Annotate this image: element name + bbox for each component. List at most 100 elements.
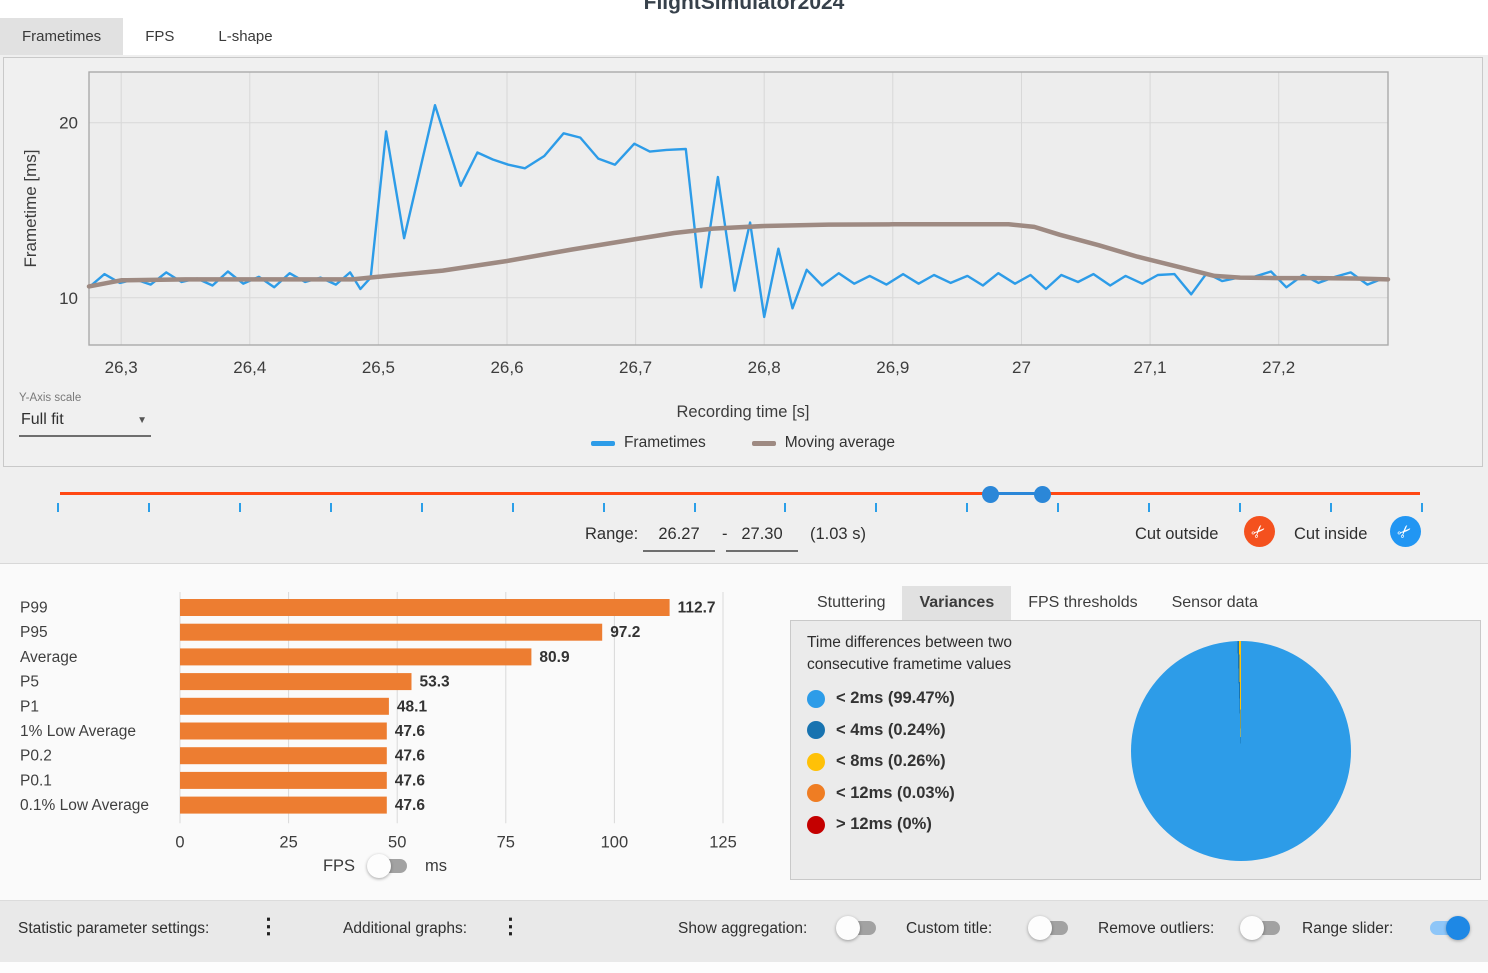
slider-tick xyxy=(966,503,968,512)
statistic-settings-label: Statistic parameter settings: xyxy=(18,920,209,938)
x-tick-label: 26,4 xyxy=(233,358,266,377)
bar-category-label: P5 xyxy=(20,674,39,691)
bar-value-label: 97.2 xyxy=(610,624,640,641)
slider-tick xyxy=(1239,503,1241,512)
y-axis-scale-label: Y-Axis scale xyxy=(19,392,151,404)
tab-variances-label: Variances xyxy=(919,594,994,612)
legend-dot xyxy=(807,816,825,834)
legend-label: Moving average xyxy=(785,434,895,452)
variances-legend: < 2ms (99.47%) < 4ms (0.24%) < 8ms (0.26%)… xyxy=(807,683,955,841)
bar-category-label: P0.2 xyxy=(20,748,52,765)
x-axis-title: Recording time [s] xyxy=(4,403,1482,422)
scissors-icon: ✂ xyxy=(1393,519,1417,543)
range-slider-handle-left[interactable] xyxy=(982,486,999,503)
bar-value-label: 48.1 xyxy=(397,698,428,715)
bar-category-label: Average xyxy=(20,649,77,666)
bottom-toolbar: Statistic parameter settings: ⋮ Addition… xyxy=(0,900,1488,962)
chevron-down-icon: ▼ xyxy=(137,415,147,426)
bar-x-tick-label: 125 xyxy=(709,833,737,851)
range-end-input[interactable]: 27.30 xyxy=(726,521,798,552)
slider-tick xyxy=(421,503,423,512)
toggle-knob xyxy=(367,854,391,878)
analysis-tab-bar: Stuttering Variances FPS thresholds Sens… xyxy=(800,586,1275,620)
y-axis-scale-dropdown[interactable]: Y-Axis scale Full fit ▼ xyxy=(19,392,151,437)
bar-value-label: 47.6 xyxy=(395,748,426,765)
legend-dot xyxy=(807,690,825,708)
slider-tick xyxy=(875,503,877,512)
tab-fps-label: FPS xyxy=(145,28,174,45)
range-slider-track[interactable] xyxy=(60,492,1420,495)
bar-x-tick-label: 100 xyxy=(601,833,629,851)
slider-tick xyxy=(512,503,514,512)
cut-outside-button[interactable]: ✂ xyxy=(1244,516,1275,547)
frametime-section: 102026,326,426,526,626,726,826,92727,127… xyxy=(0,55,1488,563)
variance-legend-item: < 4ms (0.24%) xyxy=(807,715,955,747)
fps-ms-toggle[interactable] xyxy=(367,853,413,879)
tab-sensor-data[interactable]: Sensor data xyxy=(1155,586,1275,620)
main-tab-bar: Frametimes FPS L-shape xyxy=(0,18,295,55)
tab-frametimes[interactable]: Frametimes xyxy=(0,18,123,55)
slider-tick xyxy=(1148,503,1150,512)
x-tick-label: 26,9 xyxy=(876,358,909,377)
tab-fps-thresholds-label: FPS thresholds xyxy=(1028,594,1137,612)
frametime-chart[interactable]: 102026,326,426,526,626,726,826,92727,127… xyxy=(4,58,1482,398)
variances-description: Time differences between two consecutive… xyxy=(807,632,1082,677)
variance-legend-label: > 12ms (0%) xyxy=(836,815,932,834)
toggle-knob xyxy=(1446,916,1470,940)
slider-tick xyxy=(603,503,605,512)
toggle-knob xyxy=(1240,916,1264,940)
y-tick-label: 20 xyxy=(59,114,78,133)
legend-dot xyxy=(807,721,825,739)
custom-title-label: Custom title: xyxy=(906,920,992,938)
show-aggregation-toggle[interactable] xyxy=(836,915,882,941)
variance-legend-item: < 8ms (0.26%) xyxy=(807,746,955,778)
plot-area[interactable] xyxy=(89,72,1388,345)
unit-toggle-left-label: FPS xyxy=(323,857,355,876)
variance-legend-label: < 2ms (99.47%) xyxy=(836,689,955,708)
legend-label: Frametimes xyxy=(624,434,706,452)
app-header: FlightSimulator2024 Frametimes FPS L-sha… xyxy=(0,0,1488,55)
bar-category-label: P95 xyxy=(20,624,48,641)
variances-panel: Time differences between two consecutive… xyxy=(790,620,1481,880)
tab-fps[interactable]: FPS xyxy=(123,18,196,55)
bar-category-label: 0.1% Low Average xyxy=(20,797,149,814)
bar-value-label: 47.6 xyxy=(395,772,426,789)
range-start-input[interactable]: 26.27 xyxy=(643,521,715,552)
variance-legend-label: < 4ms (0.24%) xyxy=(836,721,946,740)
remove-outliers-label: Remove outliers: xyxy=(1098,920,1214,938)
bar xyxy=(180,747,387,764)
variance-legend-item: > 12ms (0%) xyxy=(807,809,955,841)
slider-tick xyxy=(239,503,241,512)
bar-value-label: 112.7 xyxy=(678,600,716,617)
bar-value-label: 80.9 xyxy=(539,649,570,666)
bar-x-tick-label: 75 xyxy=(497,833,515,851)
y-axis-title: Frametime [ms] xyxy=(21,149,40,267)
tab-stuttering[interactable]: Stuttering xyxy=(800,586,902,620)
chart-legend: Frametimes Moving average xyxy=(4,434,1482,452)
cut-inside-button[interactable]: ✂ xyxy=(1390,516,1421,547)
slider-tick xyxy=(57,503,59,512)
remove-outliers-toggle[interactable] xyxy=(1240,915,1286,941)
bar-x-tick-label: 0 xyxy=(175,833,184,851)
bar-value-label: 53.3 xyxy=(420,674,451,691)
scissors-icon: ✂ xyxy=(1247,519,1271,543)
kebab-menu-icon[interactable]: ⋮ xyxy=(500,914,520,939)
x-tick-label: 26,8 xyxy=(748,358,781,377)
x-tick-label: 27 xyxy=(1012,358,1031,377)
tab-l-shape[interactable]: L-shape xyxy=(196,18,294,55)
variance-legend-label: < 12ms (0.03%) xyxy=(836,784,955,803)
range-slider-handle-right[interactable] xyxy=(1034,486,1051,503)
tab-sensor-data-label: Sensor data xyxy=(1172,594,1258,612)
bar xyxy=(180,599,670,616)
custom-title-toggle[interactable] xyxy=(1028,915,1074,941)
bar-category-label: 1% Low Average xyxy=(20,723,136,740)
range-slider-toggle[interactable] xyxy=(1424,915,1470,941)
bar xyxy=(180,673,412,690)
kebab-menu-icon[interactable]: ⋮ xyxy=(258,914,278,939)
x-tick-label: 26,7 xyxy=(619,358,652,377)
legend-swatch xyxy=(752,441,776,446)
tab-frametimes-label: Frametimes xyxy=(22,28,101,45)
x-tick-label: 27,1 xyxy=(1134,358,1167,377)
tab-variances[interactable]: Variances xyxy=(902,586,1011,620)
tab-fps-thresholds[interactable]: FPS thresholds xyxy=(1011,586,1154,620)
